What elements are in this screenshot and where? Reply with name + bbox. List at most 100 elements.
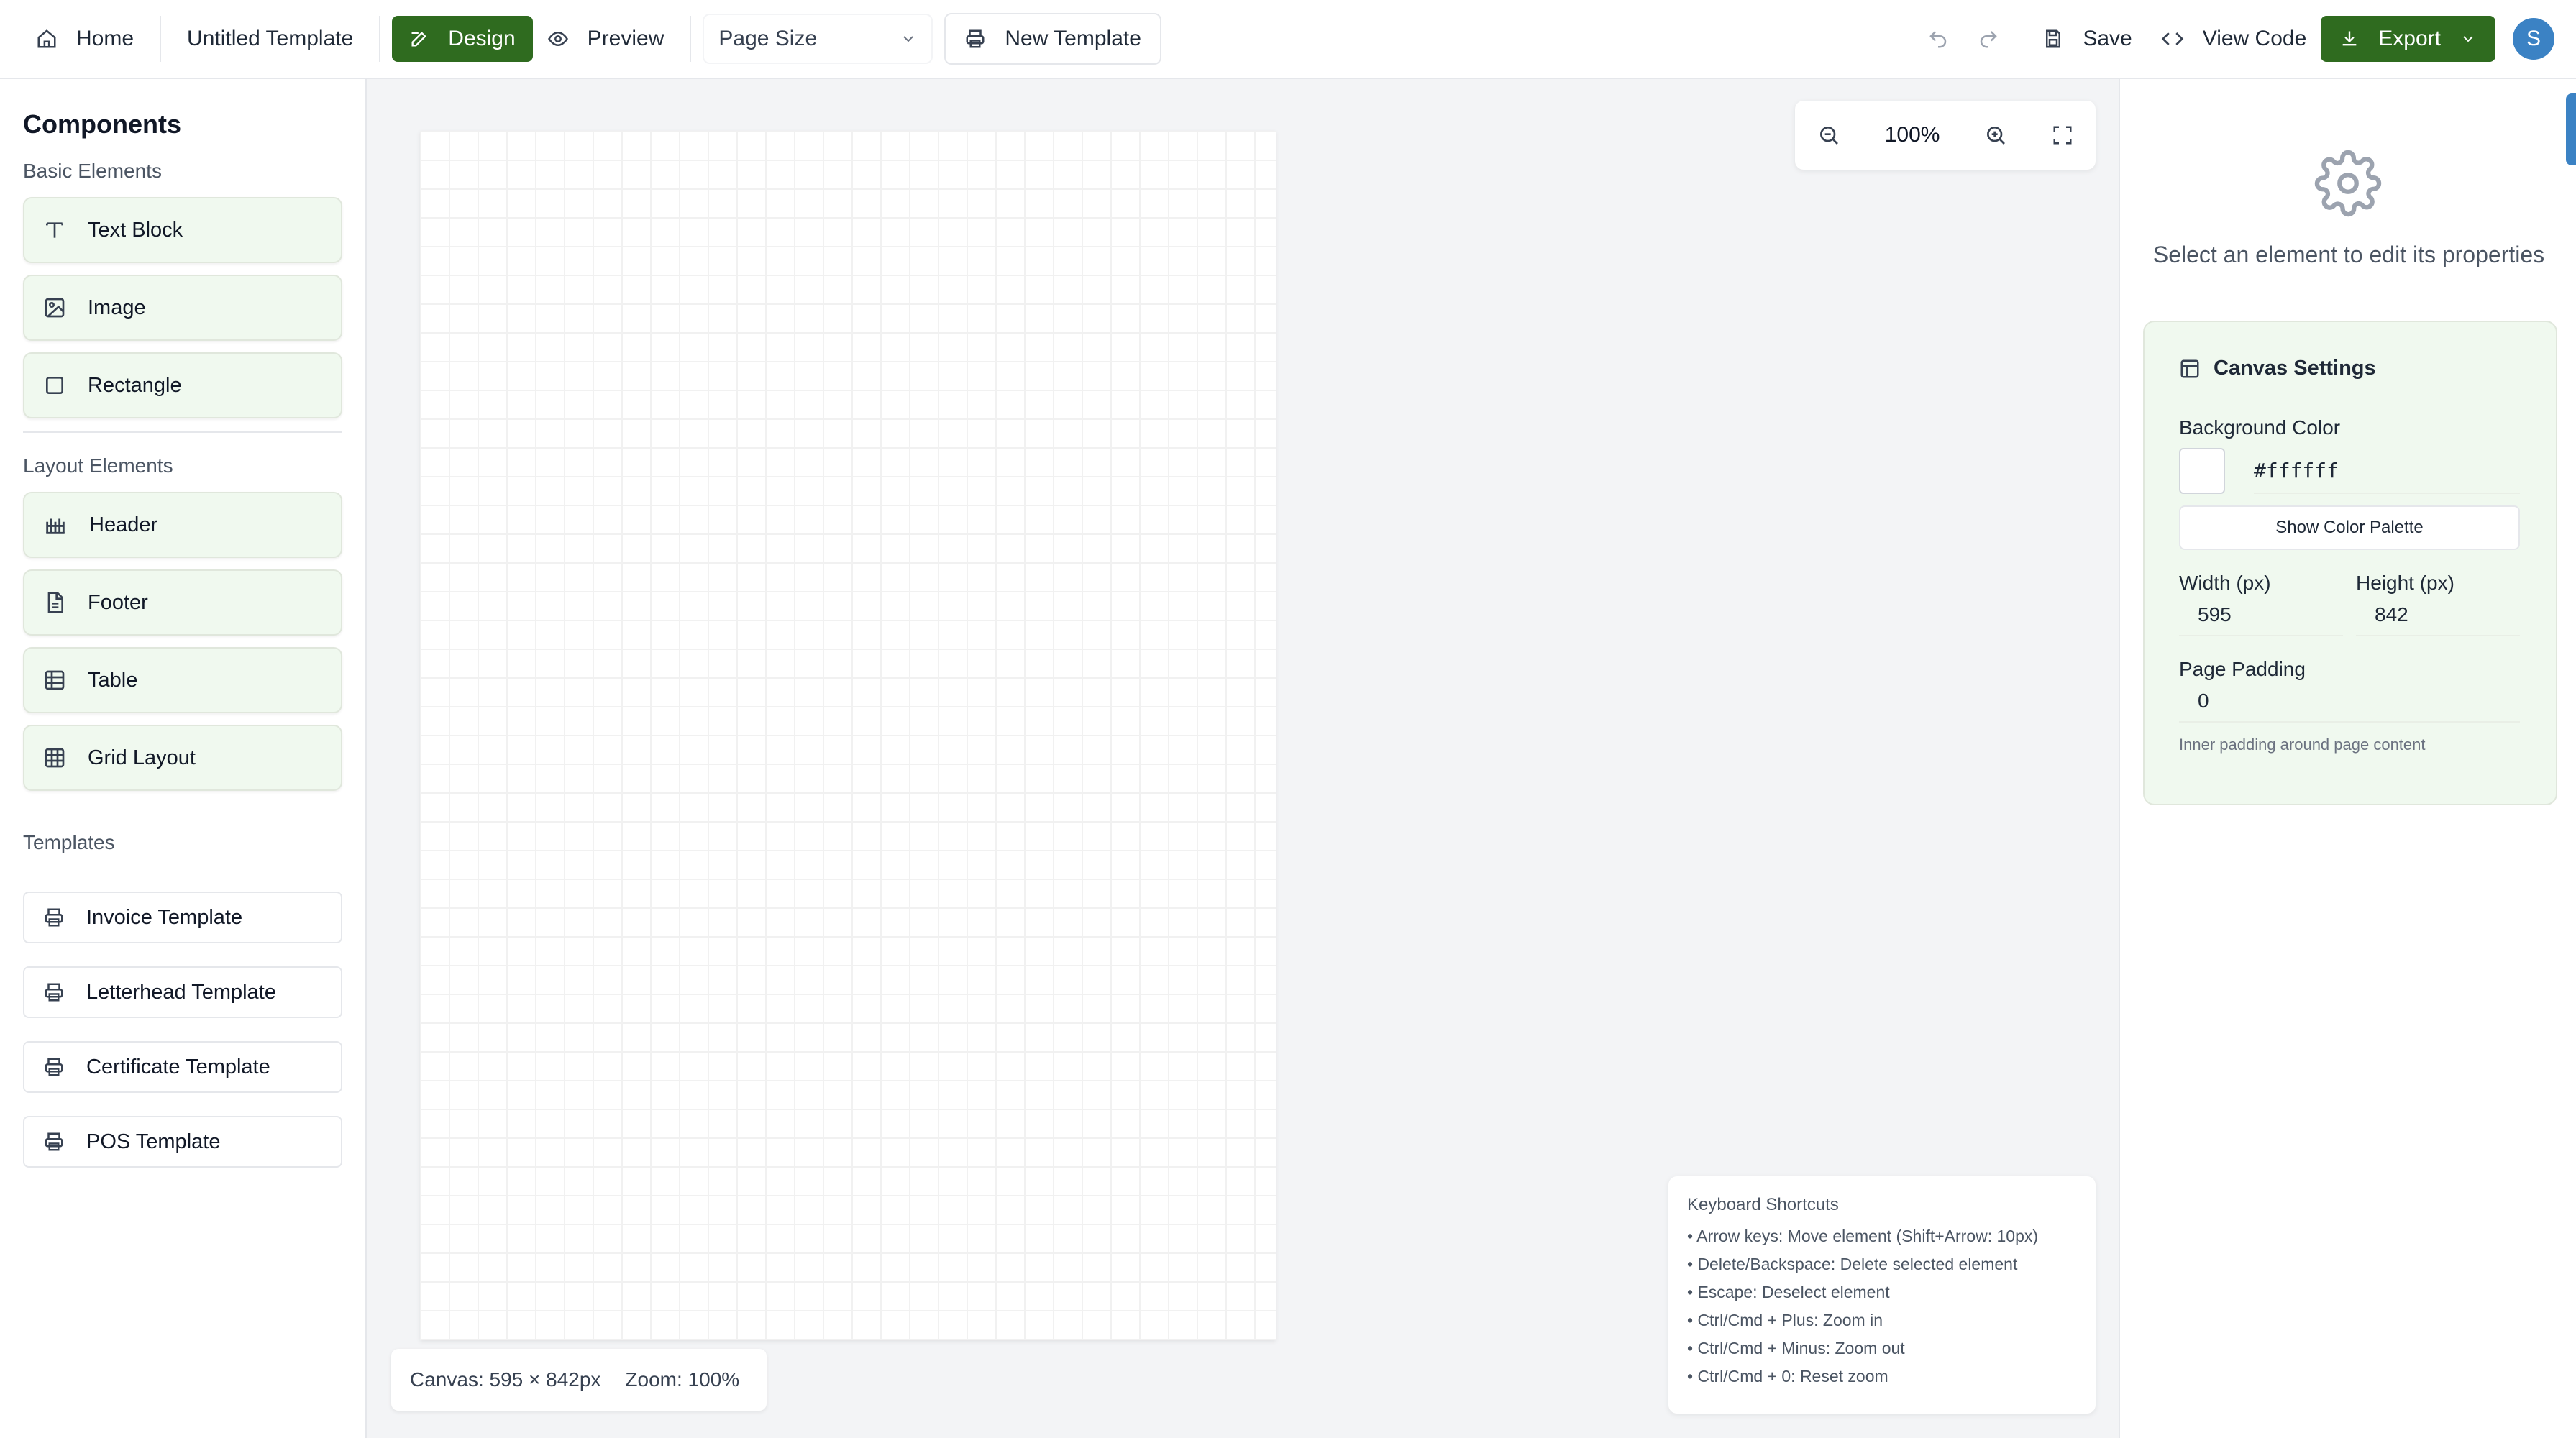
component-label: Header <box>89 513 158 536</box>
shortcut-line: • Arrow keys: Move element (Shift+Arrow:… <box>1687 1227 2039 1245</box>
preview-mode-button[interactable]: Preview <box>533 14 679 64</box>
export-label: Export <box>2378 27 2441 50</box>
template-label: Certificate Template <box>86 1055 270 1078</box>
toolbar-divider <box>379 16 381 62</box>
zoom-value: 100% <box>1884 123 1940 147</box>
top-toolbar: Home Untitled Template Design Preview Pa… <box>0 0 2576 79</box>
template-letterhead[interactable]: Letterhead Template <box>23 966 342 1018</box>
page-size-label: Page Size <box>718 27 818 50</box>
fullscreen-icon[interactable] <box>2052 124 2073 146</box>
file-text-icon <box>43 591 66 614</box>
home-button[interactable]: Home <box>22 14 148 64</box>
panel-scroll-handle[interactable] <box>2566 93 2576 165</box>
download-icon <box>2339 29 2360 49</box>
sidebar-title: Components <box>23 109 181 139</box>
component-image[interactable]: Image <box>23 275 342 341</box>
view-code-button[interactable]: View Code <box>2147 14 2321 64</box>
zoom-in-icon[interactable] <box>1984 124 2007 147</box>
width-label: Width (px) <box>2179 572 2271 594</box>
redo-button[interactable] <box>1963 14 2014 64</box>
component-grid-layout[interactable]: Grid Layout <box>23 725 342 791</box>
printer-icon <box>43 981 65 1003</box>
page-padding-label: Page Padding <box>2179 658 2306 680</box>
template-label: Invoice Template <box>86 905 243 929</box>
printer-icon <box>43 907 65 928</box>
template-label: POS Template <box>86 1130 221 1153</box>
show-color-palette-button[interactable]: Show Color Palette <box>2179 505 2520 550</box>
components-sidebar: Components Basic Elements Text Block Ima… <box>0 79 367 1438</box>
page-size-select[interactable]: Page Size <box>703 14 933 64</box>
shortcut-line: • Delete/Backspace: Delete selected elem… <box>1687 1255 2018 1273</box>
properties-panel: Select an element to edit its properties… <box>2119 79 2576 1438</box>
templates-heading: Templates <box>23 831 115 853</box>
canvas-settings-title: Canvas Settings <box>2179 357 2521 380</box>
grid-icon <box>43 746 66 769</box>
shortcut-line: • Ctrl/Cmd + Minus: Zoom out <box>1687 1339 1905 1357</box>
design-page[interactable] <box>420 131 1276 1340</box>
layout-elements-heading: Layout Elements <box>23 454 173 477</box>
printer-icon <box>43 1056 65 1078</box>
template-name[interactable]: Untitled Template <box>173 14 367 64</box>
shortcut-line: • Ctrl/Cmd + 0: Reset zoom <box>1687 1367 1888 1386</box>
basic-elements-heading: Basic Elements <box>23 160 162 182</box>
toolbar-divider <box>160 16 162 62</box>
page-padding-input[interactable]: 0 <box>2179 681 2520 723</box>
component-label: Footer <box>88 590 148 614</box>
new-template-button[interactable]: New Template <box>944 13 1161 65</box>
redo-icon <box>1978 28 1999 50</box>
undo-icon <box>1927 28 1949 50</box>
background-color-row: #ffffff <box>2179 448 2521 494</box>
component-header[interactable]: Header <box>23 492 342 558</box>
printer-icon <box>43 1131 65 1153</box>
component-rectangle[interactable]: Rectangle <box>23 352 342 418</box>
template-invoice[interactable]: Invoice Template <box>23 892 342 943</box>
template-certificate[interactable]: Certificate Template <box>23 1041 342 1093</box>
undo-button[interactable] <box>1913 14 1963 64</box>
chevron-down-icon <box>2459 30 2477 47</box>
code-icon <box>2161 27 2184 50</box>
component-label: Image <box>88 296 146 319</box>
component-table[interactable]: Table <box>23 647 342 713</box>
component-text-block[interactable]: Text Block <box>23 197 342 263</box>
save-button[interactable]: Save <box>2028 14 2146 64</box>
preview-label: Preview <box>587 27 664 50</box>
height-label: Height (px) <box>2356 572 2454 594</box>
printer-icon <box>964 28 986 50</box>
edit-icon <box>409 29 429 49</box>
properties-hint: Select an element to edit its properties <box>2152 242 2545 267</box>
template-label: Letterhead Template <box>86 980 276 1004</box>
chevron-down-icon <box>900 30 917 47</box>
layout-icon <box>2179 358 2201 380</box>
component-footer[interactable]: Footer <box>23 569 342 636</box>
background-color-swatch[interactable] <box>2179 448 2225 494</box>
width-input[interactable]: 595 <box>2179 595 2343 636</box>
keyboard-shortcuts-panel: Keyboard Shortcuts • Arrow keys: Move el… <box>1668 1176 2096 1414</box>
toolbar-divider <box>690 16 692 62</box>
home-icon <box>36 28 58 50</box>
sidebar-divider <box>23 431 342 433</box>
component-label: Grid Layout <box>88 746 196 769</box>
design-mode-button[interactable]: Design <box>392 16 533 62</box>
zoom-status: Zoom: 100% <box>625 1368 740 1391</box>
gear-icon <box>2314 150 2382 217</box>
shortcuts-title: Keyboard Shortcuts <box>1687 1195 1839 1214</box>
zoom-out-icon[interactable] <box>1817 124 1840 147</box>
dimension-fields: Width (px) 595 Height (px) 842 <box>2179 572 2521 636</box>
canvas-size-status: Canvas: 595 × 842px <box>410 1368 601 1391</box>
user-avatar[interactable]: S <box>2513 18 2554 60</box>
table-icon <box>43 669 66 692</box>
canvas-settings-card: Canvas Settings Background Color #ffffff… <box>2143 321 2557 805</box>
home-label: Home <box>76 27 134 50</box>
eye-icon <box>547 28 569 50</box>
export-button[interactable]: Export <box>2321 16 2495 62</box>
text-icon <box>43 219 66 242</box>
template-pos[interactable]: POS Template <box>23 1116 342 1168</box>
background-color-input[interactable]: #ffffff <box>2254 448 2520 494</box>
shortcut-line: • Ctrl/Cmd + Plus: Zoom in <box>1687 1311 1883 1329</box>
page-padding-help: Inner padding around page content <box>2179 736 2426 754</box>
component-label: Text Block <box>88 218 183 242</box>
square-icon <box>43 374 66 397</box>
zoom-controls: 100% <box>1795 101 2096 170</box>
height-input[interactable]: 842 <box>2356 595 2520 636</box>
save-icon <box>2042 28 2064 50</box>
